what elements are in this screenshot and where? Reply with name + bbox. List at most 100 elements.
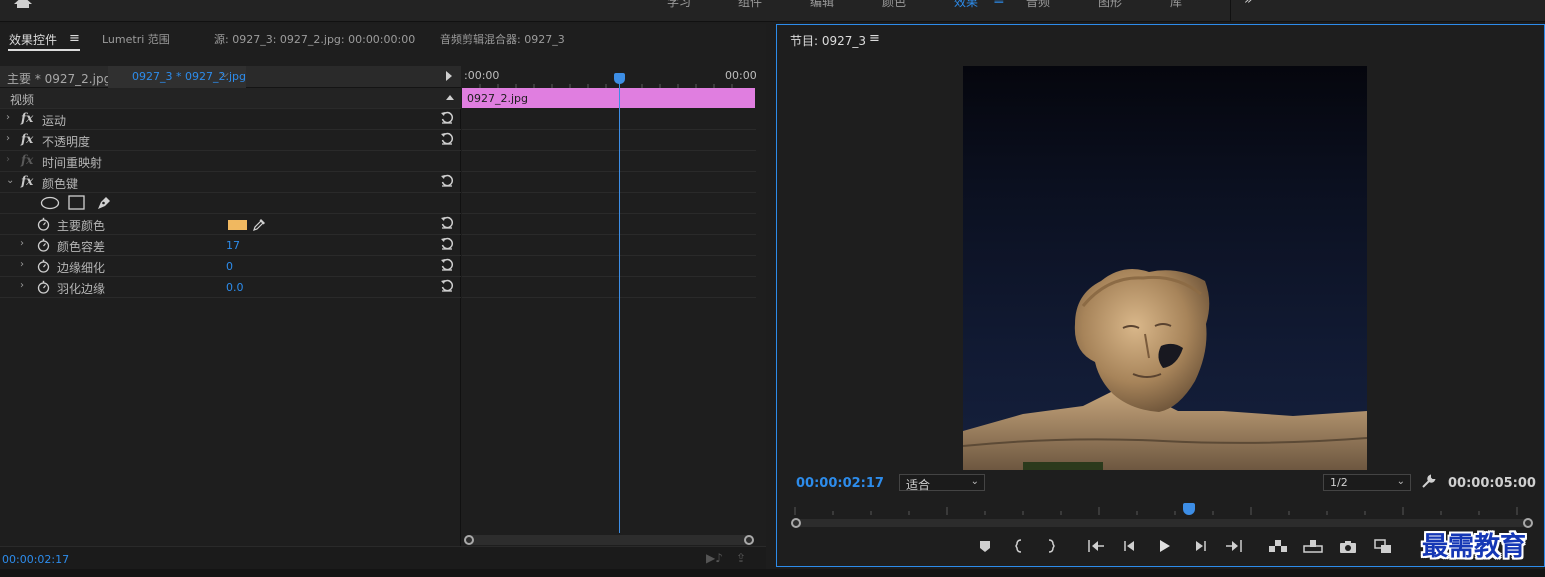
- chevron-down-icon[interactable]: ⌄: [6, 175, 14, 186]
- property-row-edge-thin[interactable]: › 边缘细化 0: [0, 256, 461, 277]
- step-forward-icon[interactable]: [1188, 536, 1212, 556]
- master-clip-tab[interactable]: 主要 * 0927_2.jpg: [7, 70, 111, 87]
- workspace-tab-audio[interactable]: 音频: [1026, 0, 1050, 10]
- property-row-color-tolerance[interactable]: › 颜色容差 17: [0, 235, 461, 256]
- pen-mask-icon[interactable]: [95, 194, 112, 211]
- stopwatch-icon[interactable]: [37, 238, 50, 252]
- add-marker-icon[interactable]: [973, 536, 997, 556]
- program-scrubber[interactable]: [789, 503, 1533, 528]
- playback-resolution-select[interactable]: 1/2 ⌄: [1323, 474, 1411, 491]
- tab-source[interactable]: 源: 0927_3: 0927_2.jpg: 00:00:00:00: [214, 31, 415, 47]
- chevron-right-icon[interactable]: ›: [6, 133, 10, 144]
- collapse-up-icon[interactable]: [446, 95, 454, 100]
- rectangle-mask-icon[interactable]: [68, 195, 85, 210]
- property-label: 边缘细化: [57, 261, 106, 275]
- property-value[interactable]: 0: [226, 260, 233, 273]
- comparison-view-icon[interactable]: [1371, 536, 1395, 556]
- wrench-icon[interactable]: [1421, 473, 1437, 489]
- stopwatch-icon[interactable]: [37, 259, 50, 273]
- timeline-clip[interactable]: 0927_2.jpg: [462, 88, 755, 108]
- video-section-header: 视频: [0, 88, 461, 109]
- play-only-clip-icon[interactable]: [446, 71, 452, 81]
- scroll-handle-right[interactable]: [744, 535, 754, 545]
- program-playhead[interactable]: [1183, 503, 1195, 515]
- reset-icon[interactable]: [440, 237, 454, 251]
- tab-audio-clip-mixer[interactable]: 音频剪辑混合器: 0927_3: [440, 31, 565, 47]
- ellipse-mask-icon[interactable]: [40, 196, 60, 210]
- fx-icon[interactable]: fx: [21, 111, 33, 125]
- timeline-ruler[interactable]: :00:00 00:00: [462, 66, 757, 88]
- go-to-in-icon[interactable]: [1084, 536, 1108, 556]
- effect-label: 时间重映射: [42, 156, 103, 170]
- property-value[interactable]: 17: [226, 239, 240, 252]
- mark-in-icon[interactable]: [1007, 536, 1031, 556]
- stopwatch-icon[interactable]: [37, 280, 50, 294]
- reset-icon[interactable]: [440, 111, 454, 125]
- program-current-timecode[interactable]: 00:00:02:17: [796, 476, 884, 491]
- fx-icon[interactable]: fx: [21, 132, 33, 146]
- play-icon[interactable]: [1152, 536, 1176, 556]
- property-row-feather-edge[interactable]: › 羽化边缘 0.0: [0, 277, 461, 298]
- panel-menu-icon[interactable]: ≡: [869, 31, 880, 46]
- program-monitor-title[interactable]: 节目: 0927_3: [790, 32, 866, 49]
- current-timecode[interactable]: 00:00:02:17: [2, 553, 69, 566]
- scroll-handle-left[interactable]: [464, 535, 474, 545]
- timeline-row-line: [462, 129, 756, 130]
- export-frame-icon[interactable]: [1336, 536, 1360, 556]
- workspace-tab-libraries[interactable]: 库: [1170, 0, 1182, 10]
- reset-icon[interactable]: [440, 216, 454, 230]
- fx-icon[interactable]: fx: [21, 174, 33, 188]
- playhead-handle[interactable]: [614, 73, 625, 84]
- insert-icon[interactable]: [1266, 536, 1290, 556]
- key-color-swatch[interactable]: [228, 220, 247, 230]
- playback-resolution-value: 1/2: [1330, 476, 1348, 489]
- chevron-right-icon[interactable]: ›: [6, 154, 10, 165]
- playhead-line: [619, 78, 620, 533]
- export-icon[interactable]: ⇪: [736, 551, 746, 565]
- current-clip-tab[interactable]: ⌵ 0927_3 * 0927_2.jpg: [108, 66, 246, 88]
- workspace-tab-edit[interactable]: 编辑: [810, 0, 834, 10]
- step-back-icon[interactable]: [1118, 536, 1142, 556]
- property-value[interactable]: 0.0: [226, 281, 244, 294]
- chevron-right-icon[interactable]: ›: [6, 112, 10, 123]
- effect-row-motion[interactable]: › fx 运动: [0, 109, 461, 130]
- timeline-row-line: [462, 213, 756, 214]
- chevron-right-icon[interactable]: ›: [20, 280, 24, 291]
- reset-icon[interactable]: [440, 132, 454, 146]
- program-monitor-panel: 节目: 0927_3 ≡ 00:00:02:17 适合 ⌄ 1/2 ⌄ 00:0…: [776, 24, 1545, 567]
- tab-effect-controls[interactable]: 效果控件: [9, 31, 57, 48]
- workspace-menu-icon[interactable]: ≡: [993, 0, 1005, 8]
- active-tab-underline: [8, 49, 80, 51]
- clip-label: 0927_2.jpg: [467, 92, 529, 105]
- effect-row-time-remapping[interactable]: › fx 时间重映射: [0, 151, 461, 172]
- workspace-more-icon[interactable]: »: [1244, 0, 1252, 8]
- workspace-tab-assembly[interactable]: 组件: [738, 0, 762, 10]
- chevron-right-icon[interactable]: ›: [20, 259, 24, 270]
- reset-icon[interactable]: [440, 258, 454, 272]
- panel-menu-icon[interactable]: ≡: [69, 31, 80, 46]
- scrubber-in-handle[interactable]: [791, 518, 801, 528]
- scrubber-track[interactable]: [791, 518, 1533, 528]
- video-preview[interactable]: [963, 66, 1367, 470]
- play-audio-icon[interactable]: ▶♪: [706, 551, 723, 565]
- workspace-tab-graphics[interactable]: 图形: [1098, 0, 1122, 10]
- eyedropper-icon[interactable]: [252, 217, 267, 232]
- timeline-row-line: [462, 150, 756, 151]
- go-to-out-icon[interactable]: [1222, 536, 1246, 556]
- zoom-fit-select[interactable]: 适合 ⌄: [899, 474, 985, 492]
- workspace-tab-learn[interactable]: 学习: [667, 0, 691, 10]
- home-icon[interactable]: [10, 0, 36, 14]
- workspace-tab-effects[interactable]: 效果: [954, 0, 978, 10]
- stopwatch-icon[interactable]: [37, 217, 50, 231]
- tab-lumetri-scopes[interactable]: Lumetri 范围: [102, 31, 170, 47]
- effect-row-color-key[interactable]: ⌄ fx 颜色键: [0, 172, 461, 193]
- timeline-scrollbar[interactable]: [464, 535, 754, 545]
- effect-row-opacity[interactable]: › fx 不透明度: [0, 130, 461, 151]
- workspace-tab-color[interactable]: 颜色: [882, 0, 906, 10]
- reset-icon[interactable]: [440, 279, 454, 293]
- overwrite-icon[interactable]: [1301, 536, 1325, 556]
- reset-icon[interactable]: [440, 174, 454, 188]
- chevron-right-icon[interactable]: ›: [20, 238, 24, 249]
- mark-out-icon[interactable]: [1039, 536, 1063, 556]
- property-row-key-color[interactable]: 主要颜色: [0, 214, 461, 235]
